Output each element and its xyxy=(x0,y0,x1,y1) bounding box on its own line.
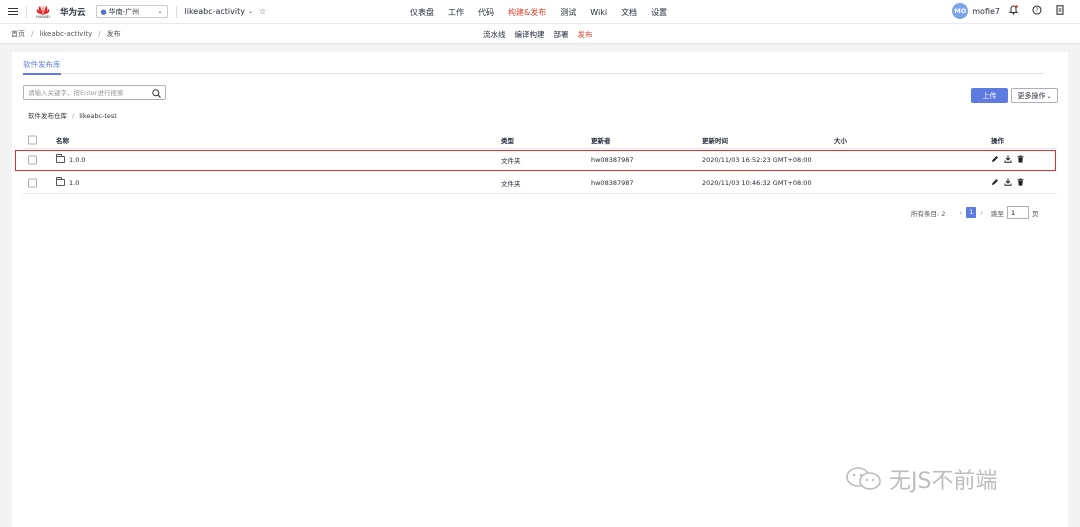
user-menu[interactable]: MO mofie7 xyxy=(952,3,1000,19)
search-icon[interactable] xyxy=(152,83,161,102)
help-icon[interactable]: ? xyxy=(1032,5,1042,18)
username: mofie7 xyxy=(972,6,1000,16)
divider xyxy=(175,5,177,18)
page-unit: 页 xyxy=(1032,209,1039,218)
more-actions-button[interactable]: 更多操作⌄ xyxy=(1011,88,1058,103)
top-nav: 仪表盘 工作 代码 构建&发布 测试 Wiki 文档 设置 xyxy=(410,0,681,24)
subnav-deploy[interactable]: 部署 xyxy=(554,29,569,40)
col-size: 大小 xyxy=(834,137,847,145)
project-name: likeabc-activity xyxy=(184,7,245,16)
document-icon[interactable] xyxy=(1056,5,1064,18)
project-select[interactable]: likeabc-activity ⌄ xyxy=(185,7,254,16)
path-root[interactable]: 软件发布仓库 xyxy=(28,112,67,120)
avatar: MO xyxy=(952,3,969,19)
huawei-logo-icon xyxy=(36,4,50,15)
region-label: 华南-广州 xyxy=(108,7,140,16)
breadcrumb: 首页 / likeabc-activity / 发布 xyxy=(11,30,121,38)
row-time: 2020/11/03 10:46:32 GMT+08:00 xyxy=(702,178,812,187)
sub-bar: 首页 / likeabc-activity / 发布 流水线 编译构建 部署 发布 xyxy=(0,24,1080,44)
goto-label: 跳至 xyxy=(991,209,1005,218)
col-updater: 更新者 xyxy=(591,137,611,145)
row-ops xyxy=(991,177,1024,188)
nav-code[interactable]: 代码 xyxy=(478,7,494,18)
table-row: 1.0 文件夹 hw08387987 2020/11/03 10:46:32 G… xyxy=(23,172,1057,194)
svg-text:?: ? xyxy=(1035,7,1038,14)
nav-wiki[interactable]: Wiki xyxy=(590,8,607,17)
search-input[interactable] xyxy=(28,88,148,97)
next-page-icon[interactable]: › xyxy=(980,209,983,217)
col-time: 更新时间 xyxy=(702,137,728,145)
nav-docs[interactable]: 文档 xyxy=(621,7,637,18)
path-current: likeabc-test xyxy=(79,112,117,120)
chevron-down-icon: ⌄ xyxy=(157,8,163,15)
main-card: 软件发布库 上传 更多操作⌄ 软件发布仓库/likeabc-test 名称 类型… xyxy=(12,52,1068,527)
top-bar: HUAWEI 华为云 ● 华南-广州 ⌄ likeabc-activity ⌄ ☆… xyxy=(0,0,1080,24)
edit-icon[interactable] xyxy=(991,178,999,188)
row-updater: hw08387987 xyxy=(591,178,634,187)
prev-page-icon[interactable]: ‹ xyxy=(959,209,962,217)
tab-bar: 软件发布库 xyxy=(23,59,1044,75)
col-type: 类型 xyxy=(501,137,514,145)
tab-release-repo[interactable]: 软件发布库 xyxy=(23,59,61,75)
divider xyxy=(26,5,27,18)
nav-work[interactable]: 工作 xyxy=(448,7,464,18)
page-current[interactable]: 1 xyxy=(966,207,977,218)
chevron-down-icon: ⌄ xyxy=(1046,92,1052,100)
subnav-release[interactable]: 发布 xyxy=(578,29,593,40)
nav-build-release[interactable]: 构建&发布 xyxy=(508,7,546,18)
huawei-wordmark: HUAWEI xyxy=(35,14,51,19)
more-actions-label: 更多操作 xyxy=(1017,91,1046,100)
breadcrumb-current: 发布 xyxy=(106,30,121,38)
hamburger-menu-icon[interactable] xyxy=(8,7,18,16)
bell-icon[interactable] xyxy=(1008,5,1019,18)
star-icon[interactable]: ☆ xyxy=(259,7,266,16)
location-pin-icon: ● xyxy=(100,7,107,16)
brand-name: 华为云 xyxy=(60,7,86,18)
upload-button[interactable]: 上传 xyxy=(971,88,1008,103)
nav-settings[interactable]: 设置 xyxy=(651,7,667,18)
download-icon[interactable] xyxy=(1004,178,1012,188)
search-box xyxy=(23,85,166,100)
pagination: 所有条目: 2 ‹ 1 › 跳至 页 xyxy=(911,206,1039,219)
chevron-down-icon: ⌄ xyxy=(247,8,254,15)
row-checkbox[interactable] xyxy=(28,178,37,187)
watermark: 无JS不前端 xyxy=(845,463,997,495)
delete-icon[interactable] xyxy=(1017,177,1024,188)
goto-page-input[interactable] xyxy=(1007,206,1030,219)
row-highlight-box xyxy=(15,150,1056,171)
breadcrumb-project[interactable]: likeabc-activity xyxy=(39,30,92,38)
select-all-checkbox[interactable] xyxy=(28,135,37,145)
col-name: 名称 xyxy=(56,137,69,145)
breadcrumb-home[interactable]: 首页 xyxy=(11,30,25,38)
top-icons: ? xyxy=(1008,5,1064,18)
col-ops: 操作 xyxy=(991,137,1004,145)
sub-nav: 流水线 编译构建 部署 发布 xyxy=(483,29,602,40)
nav-test[interactable]: 测试 xyxy=(560,7,576,18)
total-count: 所有条目: 2 xyxy=(911,209,946,218)
region-select[interactable]: ● 华南-广州 ⌄ xyxy=(95,5,168,18)
watermark-text: 无JS不前端 xyxy=(889,469,998,494)
wechat-icon xyxy=(845,466,883,492)
folder-icon xyxy=(56,177,65,186)
table-header: 名称 类型 更新者 更新时间 大小 操作 xyxy=(23,132,1057,149)
row-name-text: 1.0 xyxy=(69,178,80,187)
huawei-logo[interactable]: HUAWEI xyxy=(35,4,51,19)
subnav-pipeline[interactable]: 流水线 xyxy=(483,29,506,40)
nav-dashboard[interactable]: 仪表盘 xyxy=(410,7,434,18)
subnav-build[interactable]: 编译构建 xyxy=(515,29,545,40)
row-type: 文件夹 xyxy=(501,179,521,188)
row-name[interactable]: 1.0 xyxy=(56,177,80,187)
repo-path: 软件发布仓库 / likeabc-test xyxy=(28,112,117,120)
